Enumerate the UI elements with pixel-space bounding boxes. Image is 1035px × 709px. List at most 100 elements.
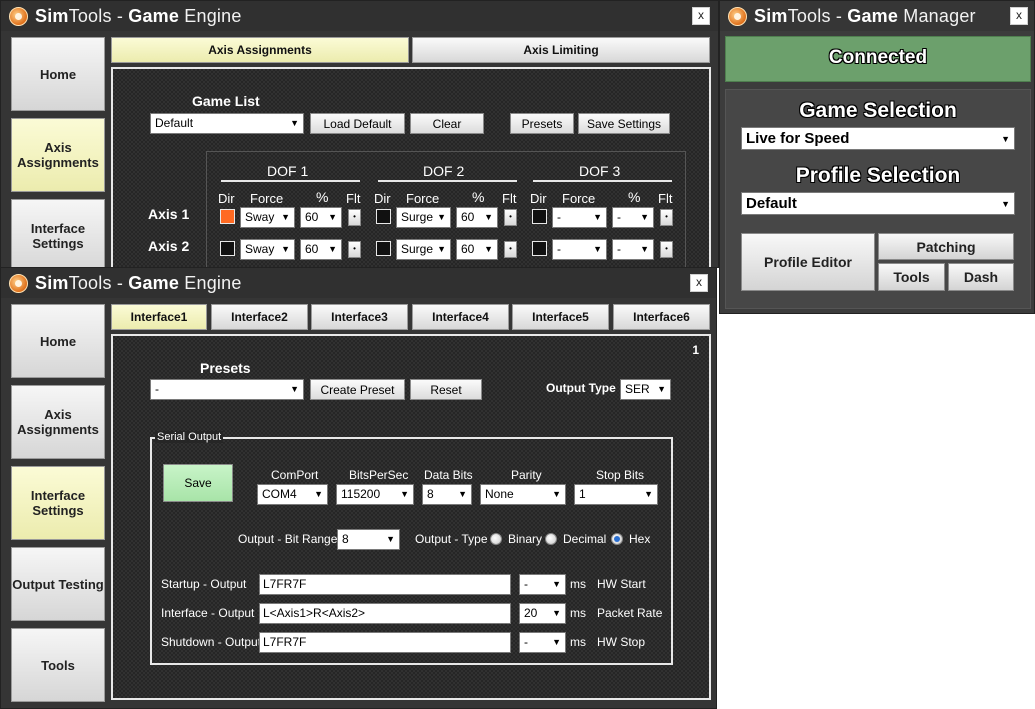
sidebar-item-interface-settings[interactable]: Interface Settings	[11, 199, 105, 267]
filter-button[interactable]: •	[660, 241, 673, 258]
create-preset-button[interactable]: Create Preset	[310, 379, 405, 400]
percent-select[interactable]: - ▼	[612, 207, 654, 228]
filter-button[interactable]: •	[348, 209, 361, 226]
game-selection-label: Game Selection	[799, 99, 957, 122]
close-button[interactable]: x	[690, 274, 708, 292]
close-button[interactable]: x	[692, 7, 710, 25]
profile-selection-select[interactable]: Default ▼	[741, 192, 1015, 215]
bit-range-label: Output - Bit Range	[238, 532, 338, 546]
force-select[interactable]: Surge ▼	[396, 207, 451, 228]
save-button[interactable]: Save	[163, 464, 233, 502]
load-default-button[interactable]: Load Default	[310, 113, 405, 134]
stop-bits-select[interactable]: 1 ▼	[574, 484, 658, 505]
tab-axis-assignments[interactable]: Axis Assignments	[111, 37, 409, 63]
col-flt: Flt	[502, 191, 517, 206]
sidebar-item-axis-assignments[interactable]: Axis Assignments	[11, 385, 105, 459]
tools-button[interactable]: Tools	[878, 263, 945, 291]
chevron-down-icon: ▼	[657, 384, 666, 394]
packet-rate-select[interactable]: 20 ▼	[519, 603, 566, 624]
sidebar-item-output-testing[interactable]: Output Testing	[11, 547, 105, 621]
percent-select[interactable]: 60 ▼	[300, 207, 342, 228]
dir-checkbox[interactable]	[532, 241, 547, 256]
tab-interface3[interactable]: Interface3	[311, 304, 408, 330]
clear-button[interactable]: Clear	[410, 113, 484, 134]
bits-per-sec-label: BitsPerSec	[349, 468, 409, 482]
sidebar-item-axis-assignments[interactable]: Axis Assignments	[11, 118, 105, 192]
reset-button[interactable]: Reset	[410, 379, 482, 400]
col-dir: Dir	[530, 191, 547, 206]
tab-interface1[interactable]: Interface1	[111, 304, 207, 330]
tab-interface2[interactable]: Interface2	[211, 304, 308, 330]
sidebar-item-interface-settings[interactable]: Interface Settings	[11, 466, 105, 540]
sidebar-item-tools[interactable]: Tools	[11, 628, 105, 702]
force-select[interactable]: - ▼	[552, 239, 607, 260]
chevron-down-icon: ▼	[593, 244, 602, 254]
bit-range-select[interactable]: 8 ▼	[337, 529, 400, 550]
col-flt: Flt	[658, 191, 673, 206]
presets-select[interactable]: - ▼	[150, 379, 304, 400]
sidebar-item-home[interactable]: Home	[11, 37, 105, 111]
patching-button[interactable]: Patching	[878, 233, 1014, 260]
presets-button[interactable]: Presets	[510, 113, 574, 134]
filter-button[interactable]: •	[348, 241, 361, 258]
interface-output-input[interactable]: L<Axis1>R<Axis2>	[259, 603, 511, 624]
startup-output-input[interactable]: L7FR7F	[259, 574, 511, 595]
force-select[interactable]: Surge ▼	[396, 239, 451, 260]
window-title: SimTools - Game Engine	[35, 5, 242, 26]
chevron-down-icon: ▼	[437, 212, 446, 222]
output-type-select[interactable]: SER ▼	[620, 379, 671, 400]
radio-decimal[interactable]	[545, 533, 557, 545]
dof-divider-3	[533, 180, 672, 182]
chevron-down-icon: ▼	[552, 637, 561, 647]
data-bits-label: Data Bits	[424, 468, 473, 482]
bits-per-sec-select[interactable]: 115200 ▼	[336, 484, 414, 505]
save-settings-button[interactable]: Save Settings	[578, 113, 670, 134]
profile-selection-label: Profile Selection	[795, 164, 961, 187]
serial-output-group-label: Serial Output	[155, 431, 224, 443]
tab-interface6[interactable]: Interface6	[613, 304, 710, 330]
title-bar: SimTools - Game Engine x	[1, 1, 718, 31]
shutdown-output-label: Shutdown - Output	[161, 635, 262, 649]
close-button[interactable]: x	[1010, 7, 1028, 25]
tab-axis-limiting[interactable]: Axis Limiting	[412, 37, 710, 63]
percent-select[interactable]: 60 ▼	[300, 239, 342, 260]
shutdown-output-input[interactable]: L7FR7F	[259, 632, 511, 653]
filter-button[interactable]: •	[504, 209, 517, 226]
percent-select[interactable]: - ▼	[612, 239, 654, 260]
interface-number: 1	[692, 343, 699, 357]
chevron-down-icon: ▼	[484, 212, 493, 222]
tab-interface4[interactable]: Interface4	[412, 304, 509, 330]
dir-checkbox[interactable]	[220, 241, 235, 256]
percent-select[interactable]: 60 ▼	[456, 207, 498, 228]
filter-button[interactable]: •	[504, 241, 517, 258]
connection-status: Connected	[828, 47, 928, 68]
radio-decimal-label: Decimal	[563, 532, 607, 546]
game-selection-select[interactable]: Live for Speed ▼	[741, 127, 1015, 150]
percent-select[interactable]: 60 ▼	[456, 239, 498, 260]
dir-checkbox[interactable]	[376, 209, 391, 224]
game-list-select[interactable]: Default ▼	[150, 113, 304, 134]
data-bits-select[interactable]: 8 ▼	[422, 484, 472, 505]
sidebar-item-home[interactable]: Home	[11, 304, 105, 378]
window-title: SimTools - Game Engine	[35, 272, 242, 293]
comport-select[interactable]: COM4 ▼	[257, 484, 328, 505]
chevron-down-icon: ▼	[458, 489, 467, 499]
startup-ms-select[interactable]: - ▼	[519, 574, 566, 595]
dir-checkbox[interactable]	[220, 209, 235, 224]
force-select[interactable]: - ▼	[552, 207, 607, 228]
dash-button[interactable]: Dash	[948, 263, 1014, 291]
shutdown-ms-select[interactable]: - ▼	[519, 632, 566, 653]
radio-hex[interactable]	[611, 533, 623, 545]
profile-editor-button[interactable]: Profile Editor	[741, 233, 875, 291]
parity-select[interactable]: None ▼	[480, 484, 566, 505]
dir-checkbox[interactable]	[532, 209, 547, 224]
force-select[interactable]: Sway ▼	[240, 239, 295, 260]
chevron-down-icon: ▼	[593, 212, 602, 222]
force-select[interactable]: Sway ▼	[240, 207, 295, 228]
radio-binary[interactable]	[490, 533, 502, 545]
dir-checkbox[interactable]	[376, 241, 391, 256]
filter-button[interactable]: •	[660, 209, 673, 226]
chevron-down-icon: ▼	[328, 244, 337, 254]
tab-interface5[interactable]: Interface5	[512, 304, 609, 330]
chevron-down-icon: ▼	[281, 212, 290, 222]
